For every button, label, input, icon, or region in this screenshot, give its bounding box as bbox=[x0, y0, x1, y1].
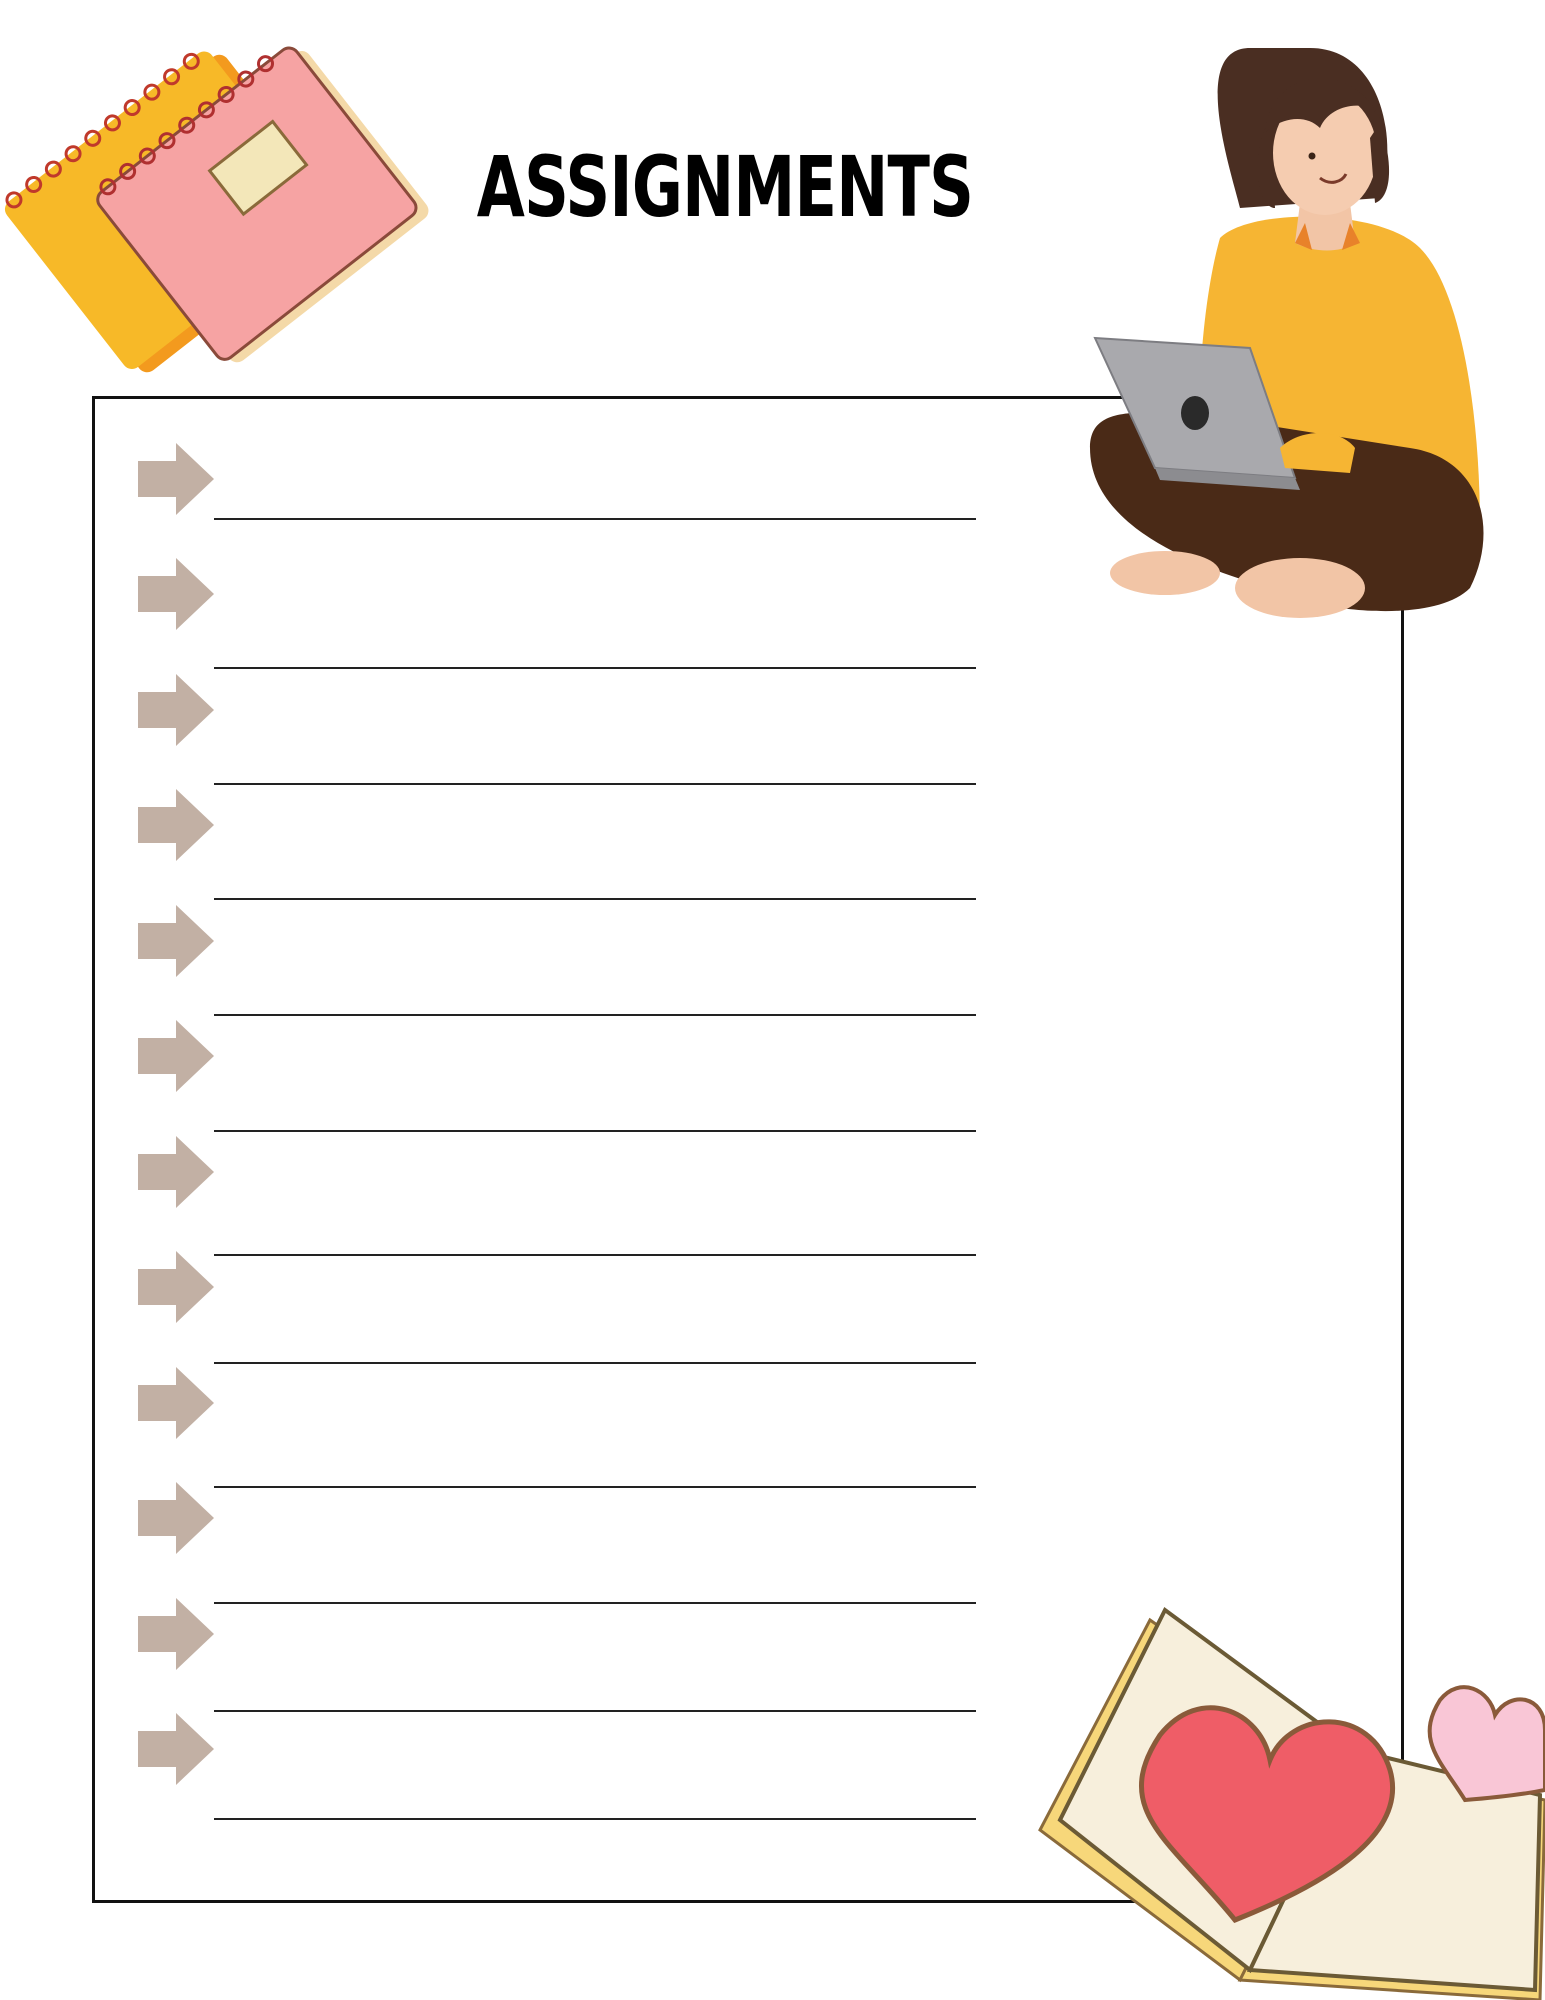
assignment-line[interactable] bbox=[214, 1014, 976, 1016]
assignment-line[interactable] bbox=[214, 1130, 976, 1132]
assignment-line[interactable] bbox=[214, 1486, 976, 1488]
open-book-hearts-illustration bbox=[1038, 1606, 1545, 2000]
assignment-line[interactable] bbox=[214, 1254, 976, 1256]
assignment-line[interactable] bbox=[214, 1818, 976, 1820]
girl-with-laptop-illustration bbox=[1090, 48, 1484, 618]
assignment-line[interactable] bbox=[214, 1362, 976, 1364]
assignment-line[interactable] bbox=[214, 1602, 976, 1604]
arrow-right-icon bbox=[138, 674, 214, 746]
assignment-line[interactable] bbox=[214, 667, 976, 669]
arrow-right-icon bbox=[138, 1251, 214, 1323]
arrow-right-icon bbox=[138, 1020, 214, 1092]
arrow-right-icon bbox=[138, 789, 214, 861]
arrow-right-icon bbox=[138, 1482, 214, 1554]
arrow-right-icon bbox=[138, 558, 214, 630]
assignment-line[interactable] bbox=[214, 783, 976, 785]
arrow-right-icon bbox=[138, 1713, 214, 1785]
assignment-line[interactable] bbox=[214, 898, 976, 900]
notebooks-illustration bbox=[4, 46, 429, 373]
arrow-right-icon bbox=[138, 1367, 214, 1439]
assignment-line[interactable] bbox=[214, 518, 976, 520]
arrow-right-icon bbox=[138, 1136, 214, 1208]
arrow-right-icon bbox=[138, 905, 214, 977]
assignment-line[interactable] bbox=[214, 1710, 976, 1712]
arrow-right-icon bbox=[138, 1598, 214, 1670]
arrow-right-icon bbox=[138, 443, 214, 515]
